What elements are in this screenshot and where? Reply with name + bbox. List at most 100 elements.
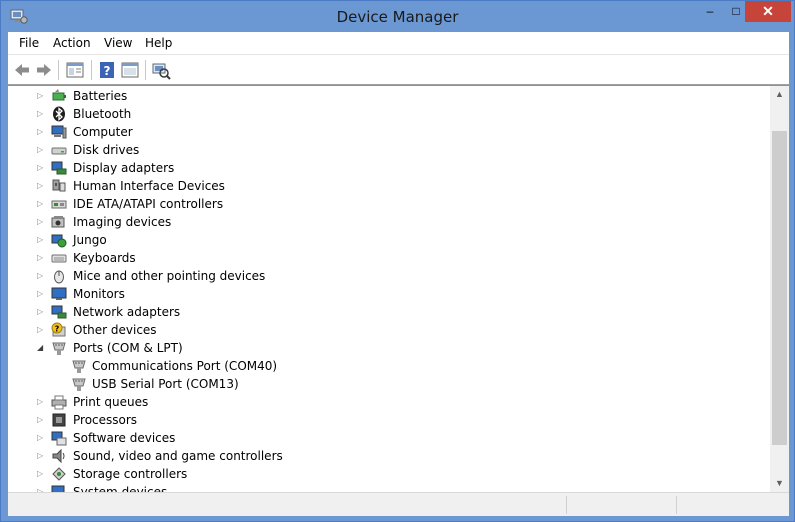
category-system-devices[interactable]: ▷ System devices: [8, 483, 708, 492]
show-hidden-icon[interactable]: [120, 60, 140, 80]
expand-arrow-icon[interactable]: ▷: [37, 326, 45, 334]
device-item-usb-serial-port-com13[interactable]: USB Serial Port (COM13): [8, 375, 708, 393]
minimize-button[interactable]: –: [697, 1, 723, 22]
category-jungo[interactable]: ▷ Jungo: [8, 231, 708, 249]
menu-help[interactable]: Help: [145, 36, 172, 50]
status-pane-divider: [566, 496, 567, 514]
menu-file[interactable]: File: [19, 36, 39, 50]
tree-item-label: Network adapters: [73, 305, 181, 319]
category-keyboards[interactable]: ▷ Keyboards: [8, 249, 708, 267]
expand-arrow-icon[interactable]: ▷: [37, 218, 45, 226]
tree-item-label: Mice and other pointing devices: [73, 269, 266, 283]
toolbar-separator: [145, 60, 146, 80]
menu-bar: File Action View Help: [8, 32, 789, 55]
expand-arrow-icon[interactable]: ▷: [37, 308, 45, 316]
hid-icon: [52, 179, 66, 192]
expand-arrow-icon[interactable]: ▷: [37, 164, 45, 172]
keyboard-icon: [51, 254, 67, 263]
category-monitors[interactable]: ▷ Monitors: [8, 285, 708, 303]
disk-drive-icon: [51, 147, 67, 155]
menu-action[interactable]: Action: [53, 36, 91, 50]
category-human-interface-devices[interactable]: ▷ Human Interface Devices: [8, 177, 708, 195]
tree-item-label: Sound, video and game controllers: [73, 449, 283, 463]
svg-text:?: ?: [55, 325, 60, 334]
vertical-scrollbar[interactable]: ▲ ▼: [770, 86, 789, 492]
processor-icon: [52, 413, 66, 427]
tree-item-label: Disk drives: [73, 143, 140, 157]
expand-arrow-icon[interactable]: ▷: [37, 452, 45, 460]
category-ide-ata-atapi-controllers[interactable]: ▷ IDE ATA/ATAPI controllers: [8, 195, 708, 213]
device-item-communications-port-com40[interactable]: Communications Port (COM40): [8, 357, 708, 375]
category-batteries[interactable]: ▷ Batteries: [8, 87, 708, 105]
scan-hardware-icon[interactable]: [151, 60, 171, 80]
scroll-down-icon[interactable]: ▼: [770, 475, 789, 492]
speaker-icon: [52, 448, 65, 464]
menu-view[interactable]: View: [104, 36, 132, 50]
properties-icon[interactable]: [65, 60, 85, 80]
port-icon: [72, 360, 86, 373]
expand-arrow-icon[interactable]: ▷: [37, 92, 45, 100]
collapse-arrow-icon[interactable]: ◢: [37, 344, 45, 352]
device-tree-view[interactable]: ▷ Batteries ▷ Bluetooth ▷ Computer ▷ Disk drive…: [8, 86, 789, 492]
tree-item-label: System devices: [73, 485, 168, 492]
expand-arrow-icon[interactable]: ▷: [37, 200, 45, 208]
unknown-device-icon: ?: [51, 322, 66, 337]
tree-item-label: IDE ATA/ATAPI controllers: [73, 197, 224, 211]
expand-arrow-icon[interactable]: ▷: [37, 434, 45, 442]
mouse-icon: [54, 270, 64, 284]
category-disk-drives[interactable]: ▷ Disk drives: [8, 141, 708, 159]
category-bluetooth[interactable]: ▷ Bluetooth: [8, 105, 708, 123]
expand-arrow-icon[interactable]: ▷: [37, 398, 45, 406]
help-icon[interactable]: ?: [97, 60, 117, 80]
ide-controller-icon: [51, 200, 67, 209]
network-adapter-icon: [51, 305, 67, 319]
back-icon[interactable]: [12, 60, 32, 80]
tree-item-label: Storage controllers: [73, 467, 188, 481]
category-storage-controllers[interactable]: ▷ Storage controllers: [8, 465, 708, 483]
forward-icon[interactable]: [34, 60, 54, 80]
expand-arrow-icon[interactable]: ▷: [37, 146, 45, 154]
scroll-up-icon[interactable]: ▲: [770, 86, 789, 103]
computer-icon: [51, 125, 67, 139]
storage-controller-icon: [52, 467, 66, 481]
display-adapter-icon: [51, 161, 67, 175]
toolbar: ?: [8, 55, 789, 85]
category-ports-com-lpt[interactable]: ◢ Ports (COM & LPT): [8, 339, 708, 357]
expand-arrow-icon[interactable]: ▷: [37, 254, 45, 262]
expand-arrow-icon[interactable]: ▷: [37, 182, 45, 190]
category-software-devices[interactable]: ▷ Software devices: [8, 429, 708, 447]
category-imaging-devices[interactable]: ▷ Imaging devices: [8, 213, 708, 231]
category-other-devices[interactable]: ▷? Other devices: [8, 321, 708, 339]
expand-arrow-icon[interactable]: ▷: [37, 236, 45, 244]
system-device-icon: [51, 485, 65, 492]
camera-icon: [51, 216, 65, 228]
battery-icon: [52, 89, 66, 101]
expand-arrow-icon[interactable]: ▷: [37, 128, 45, 136]
port-icon: [52, 342, 66, 355]
tree-item-label: Jungo: [73, 233, 107, 247]
expand-arrow-icon[interactable]: ▷: [37, 416, 45, 424]
expand-arrow-icon[interactable]: ▷: [37, 290, 45, 298]
toolbar-separator: [91, 60, 92, 80]
category-processors[interactable]: ▷ Processors: [8, 411, 708, 429]
category-print-queues[interactable]: ▷ Print queues: [8, 393, 708, 411]
tree-item-label: Batteries: [73, 89, 128, 103]
category-computer[interactable]: ▷ Computer: [8, 123, 708, 141]
software-device-icon: [51, 431, 67, 446]
close-button[interactable]: ✕: [745, 1, 791, 22]
scrollbar-thumb[interactable]: [772, 131, 787, 445]
expand-arrow-icon[interactable]: ▷: [37, 272, 45, 280]
category-network-adapters[interactable]: ▷ Network adapters: [8, 303, 708, 321]
category-display-adapters[interactable]: ▷ Display adapters: [8, 159, 708, 177]
expand-arrow-icon[interactable]: ▷: [37, 470, 45, 478]
printer-icon: [51, 395, 67, 410]
category-mice-and-other-pointing-devices[interactable]: ▷ Mice and other pointing devices: [8, 267, 708, 285]
expand-arrow-icon[interactable]: ▷: [37, 110, 45, 118]
tree-item-label: USB Serial Port (COM13): [92, 377, 239, 391]
title-bar[interactable]: Device Manager – □ ✕: [1, 1, 794, 32]
toolbar-separator: [58, 60, 59, 80]
jungo-icon: [51, 234, 67, 248]
device-manager-window: Device Manager – □ ✕ File Action View He…: [0, 0, 795, 522]
category-sound-video-and-game-controllers[interactable]: ▷ Sound, video and game controllers: [8, 447, 708, 465]
tree-item-label: Computer: [73, 125, 133, 139]
